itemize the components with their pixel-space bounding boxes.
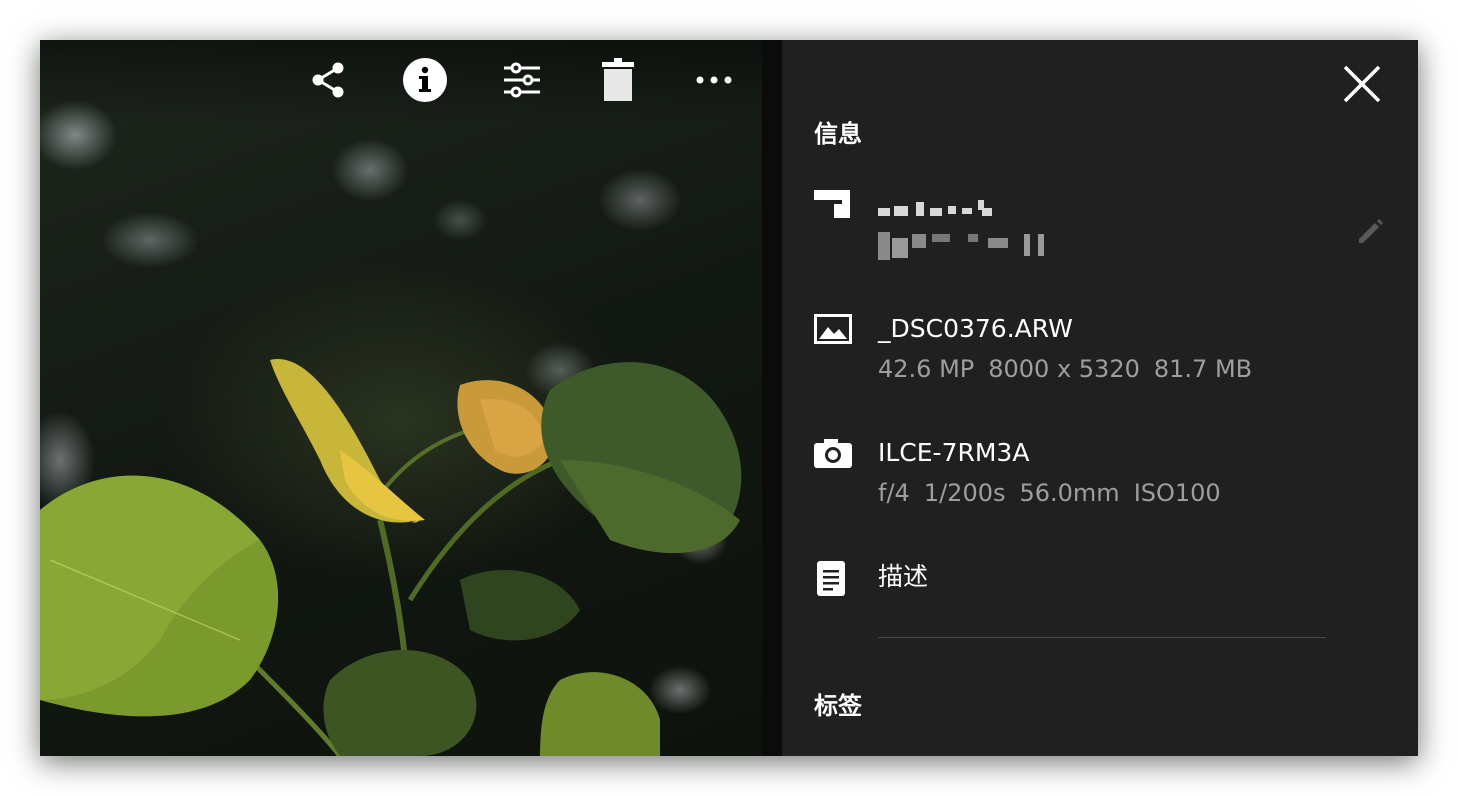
camera-icon bbox=[814, 438, 852, 476]
more-icon bbox=[696, 76, 732, 84]
photo-image bbox=[40, 359, 742, 756]
image-icon bbox=[814, 314, 852, 352]
calendar-icon bbox=[814, 190, 852, 228]
share-icon bbox=[312, 62, 344, 98]
file-name: _DSC0376.ARW bbox=[878, 314, 1073, 343]
camera-shutter: 1/200s bbox=[923, 479, 1006, 507]
photo-canvas[interactable] bbox=[40, 40, 762, 756]
info-icon bbox=[403, 58, 447, 102]
share-button[interactable] bbox=[306, 58, 350, 102]
photo-viewer-window: 信息 _DSC0376.ARW 42.6 MP 8000 x 5320 81.7… bbox=[40, 40, 1418, 756]
photo-toolbar bbox=[40, 40, 762, 124]
adjust-icon bbox=[504, 62, 540, 98]
info-section-title: 信息 bbox=[814, 120, 862, 148]
camera-model: ILCE-7RM3A bbox=[878, 438, 1030, 467]
camera-iso: ISO100 bbox=[1133, 479, 1221, 507]
info-panel: 信息 _DSC0376.ARW 42.6 MP 8000 x 5320 81.7… bbox=[782, 40, 1418, 756]
close-button[interactable] bbox=[1338, 60, 1386, 108]
file-megapixels: 42.6 MP bbox=[878, 355, 975, 383]
tags-section-title: 标签 bbox=[814, 692, 862, 720]
delete-icon bbox=[602, 58, 634, 101]
camera-info: ILCE-7RM3A f/4 1/200s 56.0mm ISO100 bbox=[878, 436, 1235, 510]
close-icon bbox=[1343, 65, 1381, 103]
delete-button[interactable] bbox=[596, 58, 640, 102]
date-redacted bbox=[878, 198, 1058, 260]
camera-focal-length: 56.0mm bbox=[1019, 479, 1120, 507]
camera-aperture: f/4 bbox=[878, 479, 910, 507]
file-dimensions: 8000 x 5320 bbox=[988, 355, 1140, 383]
info-button[interactable] bbox=[403, 58, 447, 102]
pencil-icon bbox=[1359, 219, 1383, 243]
camera-settings: f/4 1/200s 56.0mm ISO100 bbox=[878, 476, 1235, 510]
section-divider bbox=[878, 637, 1326, 638]
adjust-button[interactable] bbox=[500, 58, 544, 102]
more-button[interactable] bbox=[692, 58, 736, 102]
description-icon bbox=[814, 560, 852, 598]
edit-date-button[interactable] bbox=[1350, 212, 1390, 252]
description-field[interactable]: 描述 bbox=[878, 560, 928, 594]
viewer-divider bbox=[762, 40, 782, 756]
file-details: 42.6 MP 8000 x 5320 81.7 MB bbox=[878, 352, 1266, 386]
file-size: 81.7 MB bbox=[1153, 355, 1253, 383]
file-info: _DSC0376.ARW 42.6 MP 8000 x 5320 81.7 MB bbox=[878, 312, 1266, 386]
